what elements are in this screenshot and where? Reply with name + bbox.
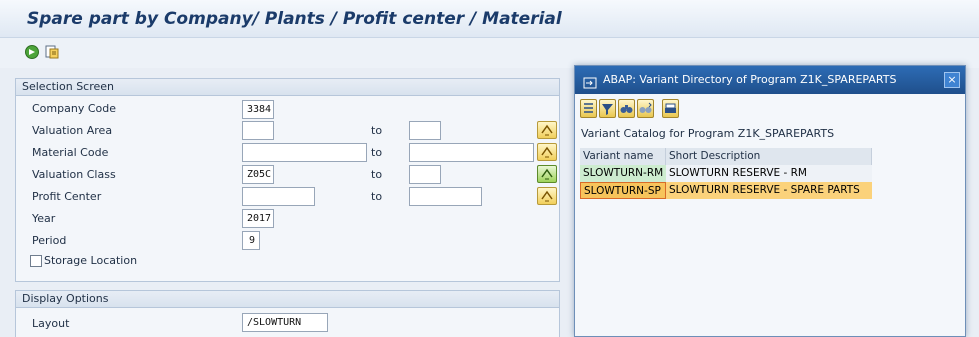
table-header-row: Variant name Short Description (580, 148, 872, 165)
valuation-class-to-input[interactable] (409, 165, 441, 184)
valuation-area-to-input[interactable] (409, 121, 441, 140)
multiple-selection-button[interactable] (537, 121, 557, 139)
dialog-icon (583, 73, 597, 101)
layout-input[interactable]: /SLOWTURN (242, 313, 328, 332)
variant-name-cell[interactable]: SLOWTURN-RM (580, 165, 666, 182)
year-input[interactable]: 2017 (242, 209, 274, 228)
find-icon[interactable] (618, 99, 635, 118)
table-row-selected[interactable]: SLOWTURN-SP SLOWTURN RESERVE - SPARE PAR… (580, 182, 872, 199)
filter-icon[interactable] (599, 99, 616, 118)
display-options-header: Display Options (16, 291, 559, 308)
multiple-selection-active-button[interactable] (537, 165, 557, 183)
valuation-area-from-input[interactable] (242, 121, 274, 140)
selection-screen-header: Selection Screen (16, 79, 559, 96)
column-header-short-description[interactable]: Short Description (666, 148, 872, 165)
get-variant-icon[interactable] (44, 44, 60, 60)
material-code-label: Material Code (32, 146, 109, 159)
variant-table: Variant name Short Description SLOWTURN-… (580, 148, 872, 199)
to-label: to (371, 146, 383, 159)
multiple-selection-button[interactable] (537, 187, 557, 205)
period-input[interactable]: 9 (242, 231, 260, 250)
close-button[interactable]: × (944, 72, 960, 88)
year-label: Year (32, 212, 56, 225)
display-options-group: Display Options Layout /SLOWTURN (15, 290, 560, 337)
table-row[interactable]: SLOWTURN-RM SLOWTURN RESERVE - RM (580, 165, 872, 182)
variant-directory-dialog: ABAP: Variant Directory of Program Z1K_S… (574, 65, 966, 337)
valuation-area-label: Valuation Area (32, 124, 113, 137)
to-label: to (371, 190, 383, 203)
short-description-cell[interactable]: SLOWTURN RESERVE - RM (666, 165, 872, 182)
storage-location-label: Storage Location (44, 254, 138, 267)
to-label: to (371, 124, 383, 137)
column-header-variant-name[interactable]: Variant name (580, 148, 666, 165)
material-code-to-input[interactable] (409, 143, 534, 162)
layout-label: Layout (32, 317, 70, 330)
dialog-title-bar: ABAP: Variant Directory of Program Z1K_S… (575, 66, 965, 94)
material-code-from-input[interactable] (242, 143, 367, 162)
multiple-selection-button[interactable] (537, 143, 557, 161)
variant-name-cell[interactable]: SLOWTURN-SP (580, 182, 666, 199)
execute-icon[interactable] (24, 44, 40, 60)
profit-center-to-input[interactable] (409, 187, 482, 206)
company-code-input[interactable]: 3384 (242, 100, 274, 119)
title-bar: Spare part by Company/ Plants / Profit c… (0, 0, 979, 38)
selection-screen-group: Selection Screen Company Code 3384 Valua… (15, 78, 560, 282)
catalog-title: Variant Catalog for Program Z1K_SPAREPAR… (581, 127, 835, 140)
to-label: to (371, 168, 383, 181)
company-code-label: Company Code (32, 102, 116, 115)
profit-center-from-input[interactable] (242, 187, 315, 206)
page-title: Spare part by Company/ Plants / Profit c… (27, 9, 562, 29)
find-next-icon[interactable] (637, 99, 654, 118)
print-icon[interactable] (662, 99, 679, 118)
valuation-class-from-input[interactable]: Z05C (242, 165, 274, 184)
storage-location-checkbox[interactable] (30, 255, 42, 267)
choose-icon[interactable] (580, 99, 597, 118)
short-description-cell[interactable]: SLOWTURN RESERVE - SPARE PARTS (666, 182, 872, 199)
period-label: Period (32, 234, 67, 247)
dialog-title: ABAP: Variant Directory of Program Z1K_S… (603, 73, 897, 86)
profit-center-label: Profit Center (32, 190, 102, 203)
application-toolbar (0, 38, 979, 68)
valuation-class-label: Valuation Class (32, 168, 116, 181)
